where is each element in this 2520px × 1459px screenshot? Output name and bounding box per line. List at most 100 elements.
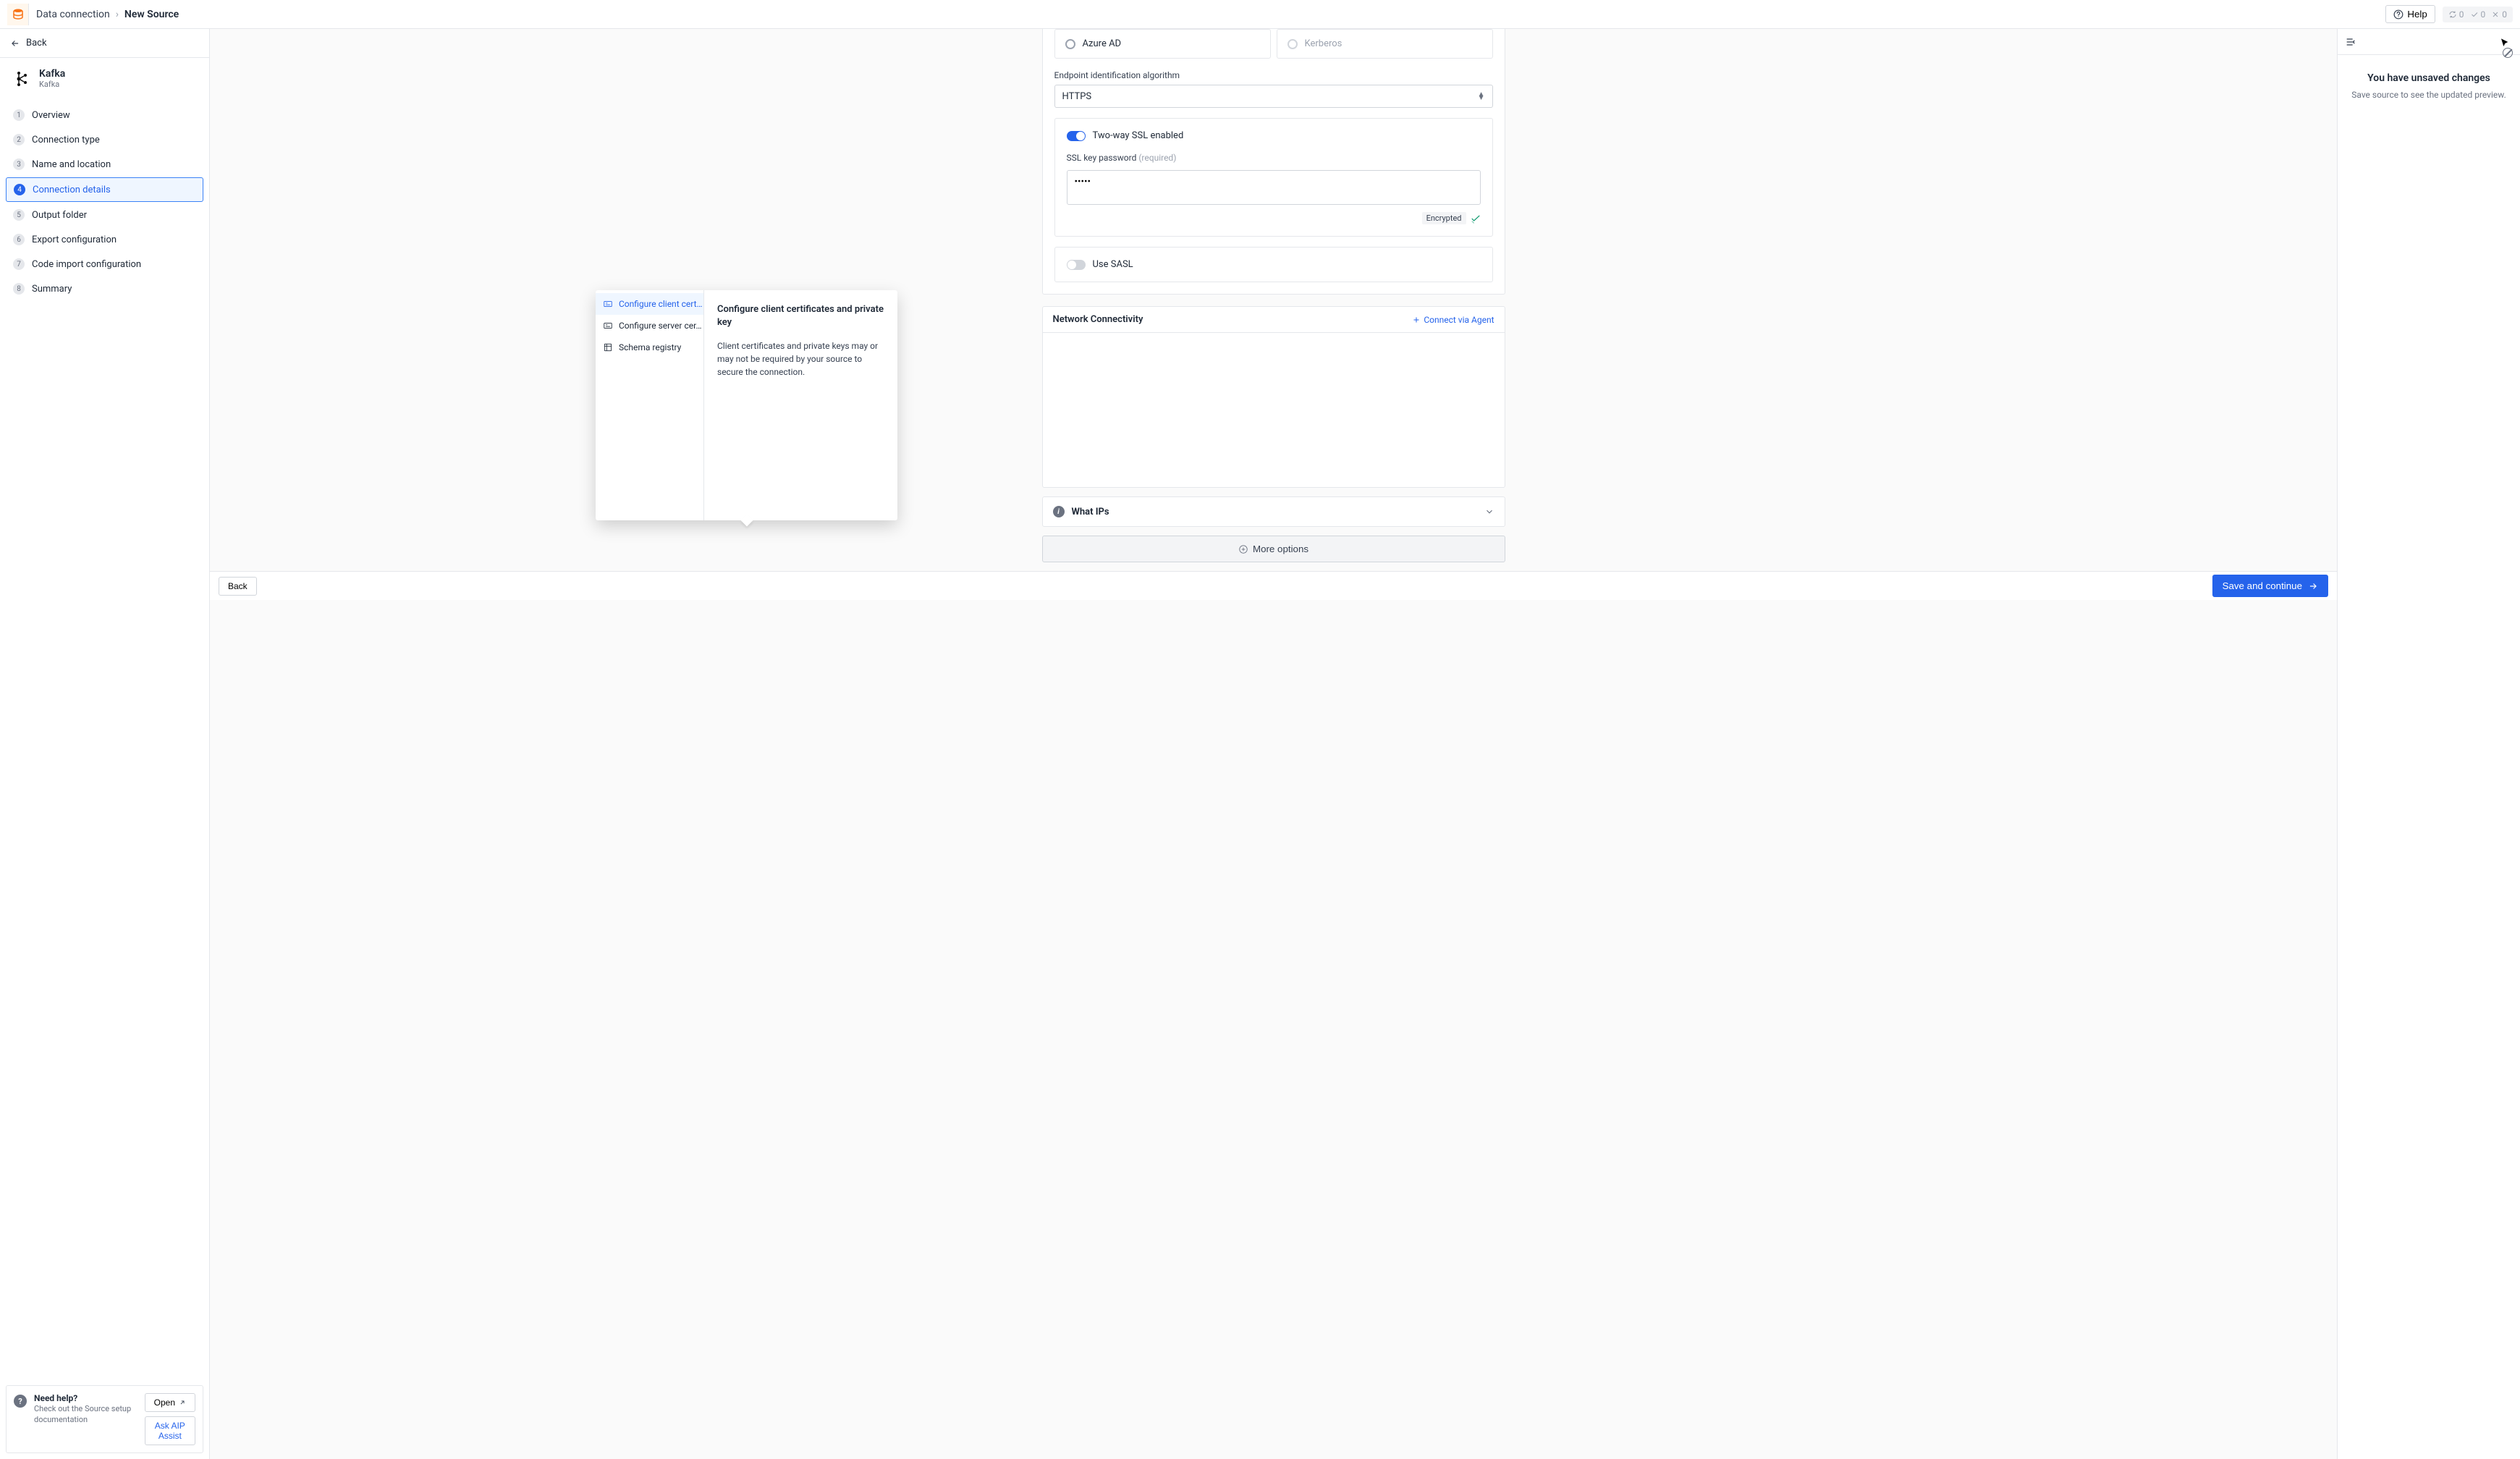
popover-item-label: Configure server cer…: [619, 321, 701, 331]
two-way-ssl-toggle[interactable]: [1067, 131, 1086, 141]
step-label: Connection type: [32, 135, 100, 145]
step-output-folder[interactable]: 5Output folder: [6, 203, 203, 227]
step-overview[interactable]: 1 Overview: [6, 103, 203, 127]
endpoint-label: Endpoint identification algorithm: [1054, 70, 1493, 80]
network-title: Network Connectivity: [1053, 314, 1143, 325]
question-icon: ?: [14, 1395, 27, 1408]
step-number: 2: [13, 134, 25, 145]
preview-panel-header: [2338, 29, 2520, 55]
what-ips-row[interactable]: i What IPs: [1043, 497, 1505, 526]
card-icon: [603, 342, 613, 352]
sidebar-footer: ? Need help? Check out the Source setup …: [0, 1385, 209, 1459]
ssl-password-input[interactable]: •••••: [1067, 170, 1481, 205]
status-refresh[interactable]: 0: [2448, 9, 2464, 20]
step-summary[interactable]: 8Summary: [6, 277, 203, 300]
check-icon: [2470, 10, 2479, 19]
unsaved-sub: Save source to see the updated preview.: [2348, 90, 2510, 100]
radio-azure-ad[interactable]: Azure AD: [1054, 29, 1271, 59]
back-link[interactable]: Back: [0, 29, 209, 58]
step-name-and-location[interactable]: 3 Name and location: [6, 153, 203, 176]
popover-title: Configure client certificates and privat…: [717, 303, 884, 329]
status-close[interactable]: 0: [2491, 9, 2507, 20]
step-number: 8: [13, 283, 25, 295]
header-right: Help 0 0 0: [2385, 5, 2513, 23]
connect-via-agent-link[interactable]: Connect via Agent: [1412, 315, 1494, 325]
help-card: ? Need help? Check out the Source setup …: [6, 1385, 203, 1453]
step-code-import-configuration[interactable]: 7Code import configuration: [6, 253, 203, 276]
app-logo[interactable]: [7, 4, 29, 25]
status-check[interactable]: 0: [2470, 9, 2486, 20]
plus-circle-icon: [1238, 544, 1248, 554]
breadcrumb: Data connection › New Source: [36, 9, 179, 20]
database-icon: [12, 8, 25, 21]
use-sasl-toggle[interactable]: [1067, 260, 1086, 270]
step-label: Connection details: [33, 185, 111, 195]
more-options-popover: Configure client cert… Configure server c…: [596, 290, 897, 520]
network-header: Network Connectivity Connect via Agent: [1043, 307, 1505, 333]
radio-icon: [1065, 39, 1075, 49]
info-icon: i: [1053, 506, 1065, 517]
endpoint-select[interactable]: HTTPS ▲▼: [1054, 85, 1493, 108]
help-buttons: Open Ask AIP Assist: [145, 1393, 195, 1445]
popover-detail: Configure client certificates and privat…: [704, 290, 897, 520]
unsaved-title: You have unsaved changes: [2348, 72, 2510, 84]
card-icon: [603, 321, 613, 331]
step-list: 1 Overview 2 Connection type 3 Name and locat…: [0, 99, 209, 1385]
header-left: Data connection › New Source: [7, 4, 179, 25]
ssl-card: Two-way SSL enabled SSL key password (re…: [1054, 118, 1493, 237]
encrypted-check-icon: [1471, 213, 1481, 224]
external-link-icon: [179, 1399, 186, 1406]
popover-item[interactable]: Configure client cert…: [596, 293, 703, 315]
step-export-configuration[interactable]: 6 Export configuration: [6, 228, 203, 251]
close-icon: [2491, 10, 2500, 19]
radio-icon: [1288, 39, 1298, 49]
step-label: Name and location: [32, 159, 111, 170]
preview-panel: You have unsaved changes Save source to …: [2337, 29, 2520, 1459]
popover-item-label: Configure client cert…: [619, 299, 703, 309]
card-icon: [603, 299, 613, 309]
more-options-button[interactable]: More options: [1042, 536, 1505, 562]
aip-assist-button[interactable]: Ask AIP Assist: [145, 1416, 195, 1445]
step-number: 6: [13, 234, 25, 245]
select-arrows-icon: ▲▼: [1478, 93, 1485, 100]
panel-collapse-icon[interactable]: [2345, 36, 2356, 48]
step-number: 5: [13, 209, 25, 221]
sasl-card: Use SASL: [1054, 247, 1493, 282]
auth-radio-row: Azure AD Kerberos: [1054, 29, 1493, 59]
open-docs-button[interactable]: Open: [145, 1393, 195, 1412]
network-body: [1043, 333, 1505, 487]
main: Azure AD Kerberos Endpoint identificatio…: [210, 29, 2520, 1459]
kafka-icon: [13, 70, 30, 88]
step-number: 7: [13, 258, 25, 270]
popover-item[interactable]: Configure server cer…: [596, 315, 703, 337]
step-label: Overview: [32, 110, 70, 121]
radio-kerberos[interactable]: Kerberos: [1277, 29, 1493, 59]
chevron-right-icon: ›: [116, 9, 119, 20]
chevron-down-icon: [1484, 507, 1494, 517]
step-connection-type[interactable]: 2 Connection type: [6, 128, 203, 151]
popover-menu: Configure client cert… Configure server c…: [596, 290, 704, 520]
sasl-toggle-row: Use SASL: [1067, 259, 1481, 270]
main-scroll[interactable]: Azure AD Kerberos Endpoint identificatio…: [210, 29, 2337, 1459]
two-way-ssl-toggle-row: Two-way SSL enabled: [1067, 130, 1481, 141]
top-header: Data connection › New Source Help 0 0 0: [0, 0, 2520, 29]
help-icon: [2393, 9, 2403, 20]
ssl-pwd-label: SSL key password (required): [1067, 153, 1481, 163]
step-number: 1: [13, 109, 25, 121]
breadcrumb-root[interactable]: Data connection: [36, 9, 110, 20]
encrypted-badge: Encrypted: [1422, 212, 1466, 224]
refresh-icon: [2448, 10, 2457, 19]
help-text: Need help? Check out the Source setup do…: [34, 1393, 138, 1425]
source-subtitle: Kafka: [39, 80, 65, 89]
popover-item[interactable]: Schema registry: [596, 337, 703, 358]
source-title: Kafka: [39, 68, 65, 80]
network-card: Network Connectivity Connect via Agent: [1042, 306, 1505, 488]
help-button[interactable]: Help: [2385, 5, 2435, 23]
step-number: 3: [13, 158, 25, 170]
arrow-right-icon: [2308, 581, 2318, 591]
save-continue-button[interactable]: Save and continue: [2212, 575, 2328, 597]
step-connection-details[interactable]: 4Connection details: [6, 177, 203, 202]
step-label: Export configuration: [32, 234, 117, 245]
back-button[interactable]: Back: [219, 577, 257, 596]
source-header: Kafka Kafka: [0, 58, 209, 99]
